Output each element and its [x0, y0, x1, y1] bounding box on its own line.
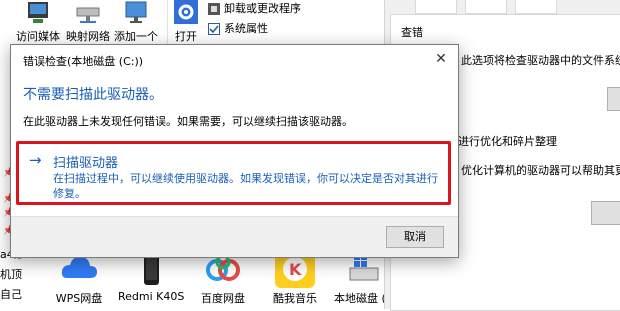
- add-one-label: 添加一个: [114, 30, 158, 43]
- gear-icon: [172, 0, 200, 26]
- device-kuwo-music[interactable]: K 酷我音乐: [262, 250, 328, 306]
- dialog-description: 在此驱动器上未发现任何错误。如果需要，可以继续扫描该驱动器。: [23, 115, 353, 128]
- uninstall-label: 卸载或更改程序: [224, 2, 301, 15]
- monitor-icon: [122, 0, 150, 26]
- open-label: 打开: [175, 30, 197, 43]
- tab[interactable]: [515, 0, 557, 14]
- access-media-button[interactable]: 访问媒体: [16, 0, 60, 44]
- device-baidu-drive[interactable]: 百度网盘: [190, 250, 256, 306]
- optimize-button[interactable]: [591, 201, 620, 225]
- device-label: 酷我音乐: [273, 292, 317, 305]
- check-button[interactable]: [607, 87, 620, 111]
- properties-tabs: [385, 0, 620, 14]
- open-settings-button[interactable]: 打开: [172, 0, 200, 44]
- checkbox-properties-icon: [208, 23, 220, 35]
- error-check-dialog: 错误检查(本地磁盘 (C:)) ✕ 不需要扫描此驱动器。 在此驱动器上未发现任何…: [10, 44, 459, 258]
- scan-drive-description: 在扫描过程中，可以继续使用驱动器。如果发现错误，你可以决定是否对其进行修复。: [53, 172, 438, 200]
- uninstall-program-button[interactable]: 卸载或更改程序: [208, 0, 301, 18]
- add-network-location-button[interactable]: 添加一个: [114, 0, 158, 44]
- tab[interactable]: [465, 0, 507, 14]
- system-properties-label: 系统属性: [224, 22, 268, 35]
- network-drive-icon: [74, 0, 102, 26]
- dialog-title: 错误检查(本地磁盘 (C:)): [23, 55, 144, 68]
- arrow-right-icon: →: [29, 151, 42, 169]
- media-server-icon: [24, 0, 52, 26]
- map-network-button[interactable]: 映射网络: [66, 0, 110, 44]
- optimize-text: 优化计算机的驱动器可以帮助其更高: [461, 164, 620, 177]
- nav-item-label[interactable]: 机顶: [0, 266, 22, 282]
- close-button[interactable]: ✕: [424, 45, 458, 73]
- uninstall-icon: [208, 3, 220, 15]
- svg-text:K: K: [289, 260, 302, 279]
- dialog-footer: 取消: [11, 216, 458, 257]
- device-label: WPS网盘: [55, 292, 103, 305]
- access-media-label: 访问媒体: [16, 30, 60, 43]
- check-heading: 查错: [401, 26, 423, 39]
- close-icon: ✕: [435, 51, 447, 67]
- check-text: 此选项将检查驱动器中的文件系统错: [461, 54, 620, 67]
- device-wps-drive[interactable]: WPS网盘: [46, 250, 112, 306]
- cancel-button[interactable]: 取消: [386, 226, 444, 248]
- scan-drive-command-link[interactable]: → 扫描驱动器 在扫描过程中，可以继续使用驱动器。如果发现错误，你可以决定是否对…: [16, 141, 451, 205]
- dialog-heading: 不需要扫描此驱动器。: [23, 87, 163, 103]
- nav-item-label[interactable]: 自己: [0, 286, 22, 302]
- ribbon-separator: [167, 0, 168, 44]
- optimize-heading: 进行优化和碎片整理: [458, 135, 557, 148]
- system-properties-button[interactable]: 系统属性: [208, 20, 268, 38]
- tab[interactable]: [415, 0, 457, 14]
- explorer-ribbon: 访问媒体 映射网络 添加一个 打开 卸载或更改程序 系统属性: [0, 0, 390, 48]
- device-label: 百度网盘: [201, 292, 245, 305]
- device-label: Redmi K40S: [118, 290, 184, 303]
- map-network-label: 映射网络: [66, 30, 110, 43]
- scan-drive-title: 扫描驱动器: [53, 156, 119, 171]
